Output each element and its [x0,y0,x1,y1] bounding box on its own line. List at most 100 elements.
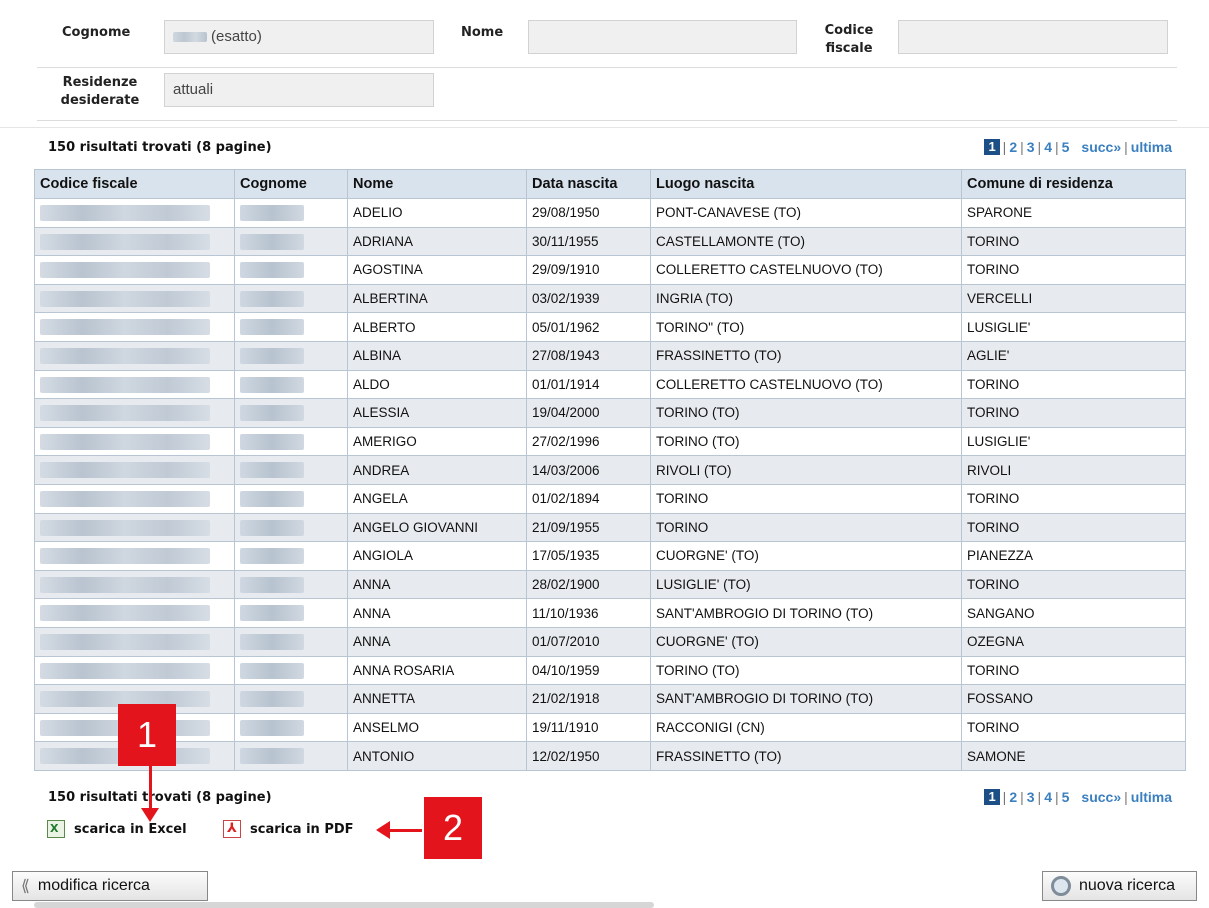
pdf-icon [223,820,241,838]
cell-nome: ANTONIO [347,741,527,771]
redacted-codice-fiscale [40,633,210,650]
table-row[interactable]: ANNA 11/10/1936 SANT'AMBROGIO DI TORINO (T… [34,598,1186,628]
redacted-codice-fiscale [40,605,210,622]
table-row[interactable]: ANDREA 14/03/2006 RIVOLI (TO) RIVOLI [34,455,1186,485]
cell-luogo-nascita: FRASSINETTO (TO) [650,741,962,771]
table-row[interactable]: ALBINA 27/08/1943 FRASSINETTO (TO) AGLIE' [34,340,1186,371]
table-row[interactable]: ANGELO GIOVANNI 21/09/1955 TORINO TORINO [34,512,1186,543]
col-luogo-nascita[interactable]: Luogo nascita [650,169,962,199]
cell-codice-fiscale [34,226,235,257]
col-codice-fiscale[interactable]: Codice fiscale [34,169,235,199]
redacted-codice-fiscale [40,662,210,679]
redacted-codice-fiscale [40,548,210,565]
cell-codice-fiscale [34,598,235,628]
cell-nome: ANSELMO [347,712,527,743]
page-last-link[interactable]: ultima [1131,789,1172,805]
redacted-cognome [240,433,304,450]
residenze-field[interactable]: attuali [164,73,434,107]
col-cognome[interactable]: Cognome [234,169,348,199]
cell-nome: ANDREA [347,455,527,485]
cell-nome: ALDO [347,369,527,400]
cell-cognome [234,455,348,485]
cell-data-nascita: 01/07/2010 [526,626,651,657]
download-pdf-link[interactable]: scarica in PDF [223,820,354,838]
table-row[interactable]: ALESSIA 19/04/2000 TORINO (TO) TORINO [34,398,1186,428]
nome-field[interactable] [528,20,797,54]
cell-luogo-nascita: FRASSINETTO (TO) [650,340,962,371]
page-last-link[interactable]: ultima [1131,139,1172,155]
cell-luogo-nascita: TORINO [650,512,962,543]
table-row[interactable]: ANNA ROSARIA 04/10/1959 TORINO (TO) TORINO [34,655,1186,686]
page-link-4[interactable]: 4 [1044,789,1052,805]
redacted-cognome [240,347,304,364]
redacted-cognome [240,462,304,479]
nuova-ricerca-button[interactable]: nuova ricerca [1042,871,1197,901]
table-row[interactable]: AGOSTINA 29/09/1910 COLLERETTO CASTELNUOVO… [34,255,1186,285]
pager-sep: | [1002,139,1007,155]
table-row[interactable]: ANNA 01/07/2010 CUORGNE' (TO) OZEGNA [34,626,1186,657]
page-link-2[interactable]: 2 [1009,789,1017,805]
redacted-codice-fiscale [40,205,210,222]
pager-sep: | [1020,139,1024,155]
table-row[interactable]: ALBERTINA 03/02/1939 INGRIA (TO) VERCELLI [34,283,1186,314]
cell-codice-fiscale [34,198,235,228]
cell-data-nascita: 30/11/1955 [526,226,651,257]
table-row[interactable]: ANSELMO 19/11/1910 RACCONIGI (CN) TORINO [34,712,1186,743]
page-link-3[interactable]: 3 [1027,139,1035,155]
cell-cognome [234,226,348,257]
horizontal-scrollbar[interactable] [34,902,654,908]
cell-nome: ANNA ROSARIA [347,655,527,686]
cell-luogo-nascita: RIVOLI (TO) [650,455,962,485]
table-row[interactable]: AMERIGO 27/02/1996 TORINO (TO) LUSIGLIE' [34,426,1186,457]
cell-comune-residenza: PIANEZZA [961,541,1186,571]
table-row[interactable]: ALBERTO 05/01/1962 TORINO" (TO) LUSIGLIE' [34,312,1186,342]
codice-fiscale-field[interactable] [898,20,1168,54]
page-current[interactable]: 1 [984,139,1000,155]
cell-luogo-nascita: CUORGNE' (TO) [650,626,962,657]
col-data-nascita[interactable]: Data nascita [526,169,651,199]
cognome-label: Cognome [62,25,131,40]
cell-comune-residenza: TORINO [961,655,1186,686]
cell-data-nascita: 11/10/1936 [526,598,651,628]
page-link-2[interactable]: 2 [1009,139,1017,155]
cell-luogo-nascita: INGRIA (TO) [650,283,962,314]
redacted-codice-fiscale [40,462,210,479]
table-row[interactable]: ANTONIO 12/02/1950 FRASSINETTO (TO) SAMONE [34,741,1186,771]
download-excel-link[interactable]: scarica in Excel [47,820,187,838]
modifica-ricerca-button[interactable]: ⟪ modifica ricerca [12,871,208,901]
table-row[interactable]: ADELIO 29/08/1950 PONT-CANAVESE (TO) SPARON… [34,198,1186,228]
results-summary-top: 150 risultati trovati (8 pagine) [48,140,272,155]
cell-comune-residenza: TORINO [961,398,1186,428]
page-link-5[interactable]: 5 [1062,139,1070,155]
cell-cognome [234,340,348,371]
table-row[interactable]: ANGELA 01/02/1894 TORINO TORINO [34,483,1186,514]
page-current[interactable]: 1 [984,789,1000,805]
cell-comune-residenza: AGLIE' [961,340,1186,371]
table-row[interactable]: ANNETTA 21/02/1918 SANT'AMBROGIO DI TORINO… [34,684,1186,714]
page-link-5[interactable]: 5 [1062,789,1070,805]
page-next-link[interactable]: succ» [1081,789,1121,805]
table-row[interactable]: ANNA 28/02/1900 LUSIGLIE' (TO) TORINO [34,569,1186,600]
table-row[interactable]: ADRIANA 30/11/1955 CASTELLAMONTE (TO) TORIN… [34,226,1186,257]
page-next-link[interactable]: succ» [1081,139,1121,155]
cell-nome: ANNA [347,569,527,600]
cognome-field[interactable]: (esatto) [164,20,434,54]
cell-data-nascita: 29/08/1950 [526,198,651,228]
cell-data-nascita: 21/02/1918 [526,684,651,714]
page-link-4[interactable]: 4 [1044,139,1052,155]
cell-data-nascita: 29/09/1910 [526,255,651,285]
page-link-3[interactable]: 3 [1027,789,1035,805]
cell-nome: ADELIO [347,198,527,228]
redacted-cognome [240,233,304,250]
table-row[interactable]: ALDO 01/01/1914 COLLERETTO CASTELNUOVO (TO… [34,369,1186,400]
cell-data-nascita: 21/09/1955 [526,512,651,543]
cell-luogo-nascita: COLLERETTO CASTELNUOVO (TO) [650,255,962,285]
col-comune-residenza[interactable]: Comune di residenza [961,169,1186,199]
form-divider-1 [37,67,1177,68]
cell-codice-fiscale [34,569,235,600]
col-nome[interactable]: Nome [347,169,527,199]
cell-luogo-nascita: RACCONIGI (CN) [650,712,962,743]
cell-luogo-nascita: TORINO (TO) [650,426,962,457]
table-row[interactable]: ANGIOLA 17/05/1935 CUORGNE' (TO) PIANEZZA [34,541,1186,571]
redacted-codice-fiscale [40,490,210,507]
